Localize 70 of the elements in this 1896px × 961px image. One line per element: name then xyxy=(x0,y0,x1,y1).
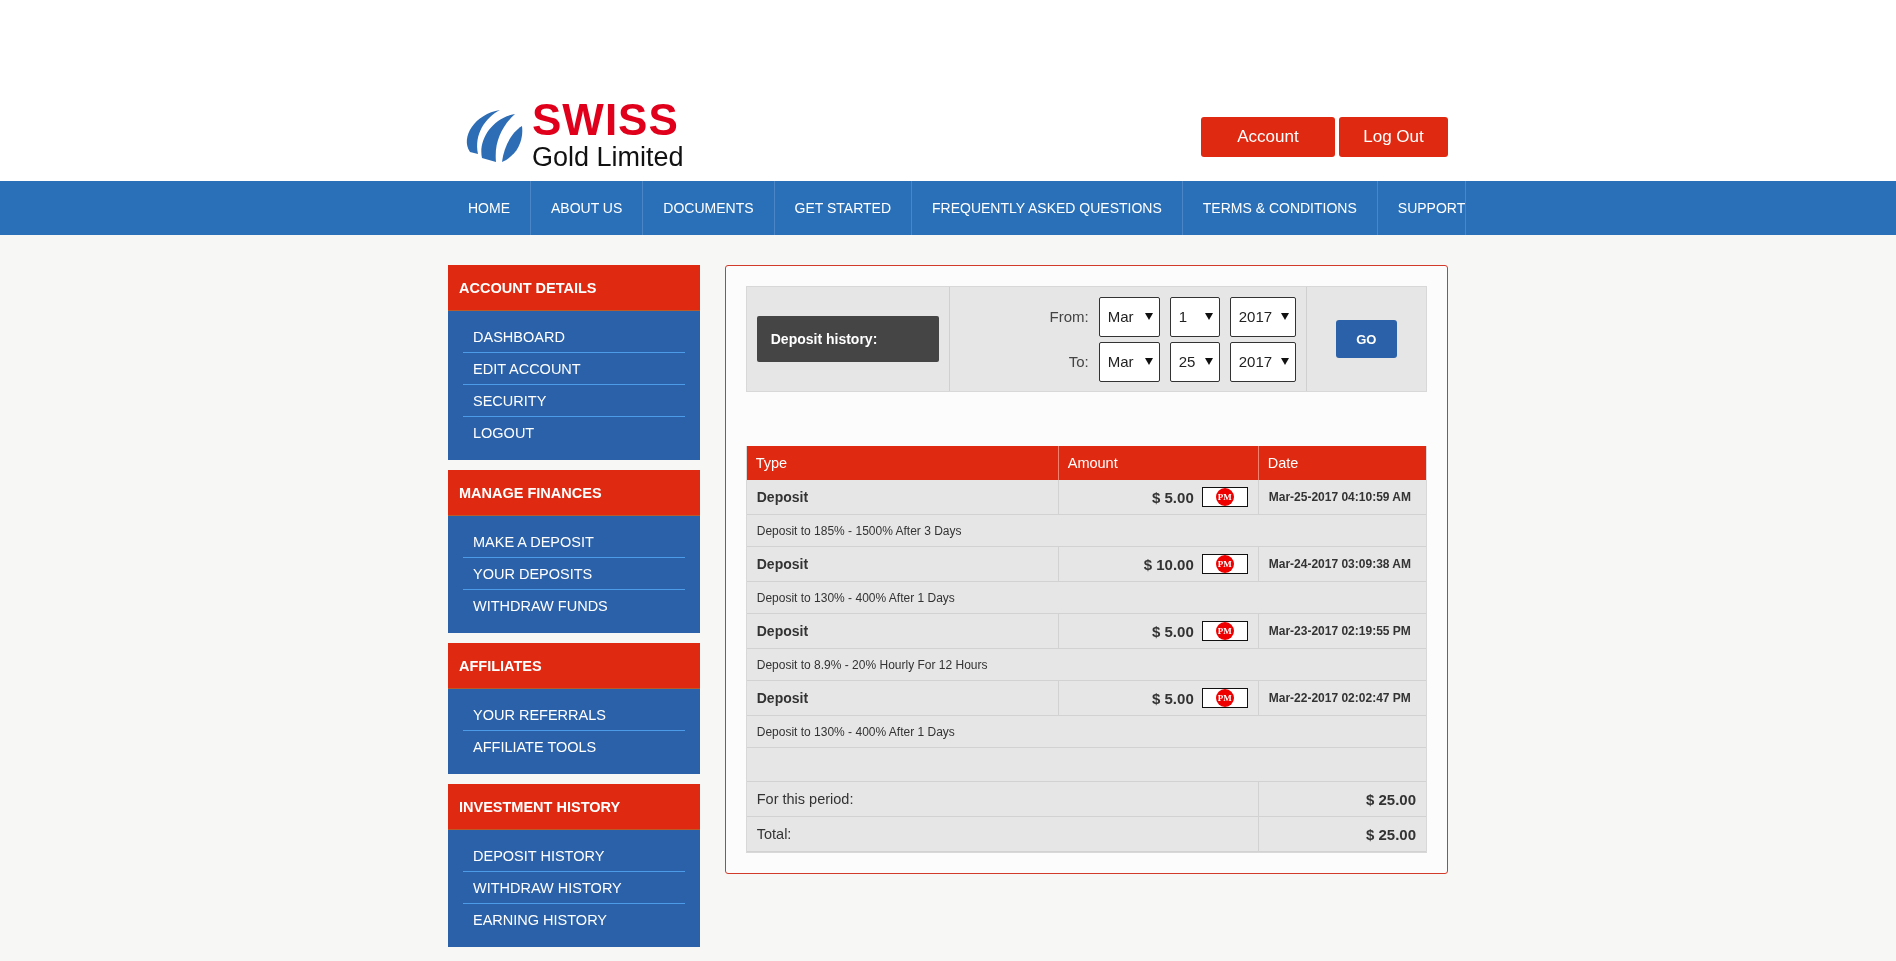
caret-icon xyxy=(1144,313,1153,320)
column-header: Type xyxy=(746,446,1059,480)
payment-icon: PM xyxy=(1215,622,1234,640)
sidebar-heading: INVESTMENT HISTORY xyxy=(448,784,700,830)
sidebar-link[interactable]: YOUR REFERRALS xyxy=(463,699,685,731)
month-select[interactable]: Mar xyxy=(1098,341,1160,382)
sidebar-link[interactable]: YOUR DEPOSITS xyxy=(463,558,685,590)
sidebar-heading: ACCOUNT DETAILS xyxy=(448,265,700,311)
brand-tagline: Gold Limited xyxy=(532,144,684,171)
sidebar-link[interactable]: SECURITY xyxy=(463,385,685,417)
payment-icon: PM xyxy=(1215,488,1234,506)
caret-icon xyxy=(1280,358,1289,365)
table-cell: Total: xyxy=(746,817,1259,852)
nav-link[interactable]: FREQUENTLY ASKED QUESTIONS xyxy=(912,181,1183,235)
go-button[interactable]: GO xyxy=(1335,320,1397,358)
amount-text: $ 5.00 xyxy=(1152,488,1194,506)
plan-text: Deposit to 8.9% - 20% Hourly For 12 Hours xyxy=(746,649,1426,681)
brand-name: SWISS xyxy=(532,98,680,142)
table-cell: $ 25.00 xyxy=(1258,782,1426,817)
year-select[interactable]: 2017 xyxy=(1229,296,1296,337)
caret-icon xyxy=(1204,313,1213,320)
sidebar-link[interactable]: WITHDRAW FUNDS xyxy=(463,590,685,621)
nav-link[interactable]: DOCUMENTS xyxy=(643,181,775,235)
caret-icon xyxy=(1204,358,1213,365)
plan-text: Deposit to 130% - 400% After 1 Days xyxy=(746,582,1426,614)
table-cell: Mar-24-2017 03:09:38 AM xyxy=(1258,547,1426,582)
amount-text: $ 10.00 xyxy=(1143,555,1194,573)
sidebar-link[interactable]: AFFILIATE TOOLS xyxy=(463,731,685,762)
table-cell: Deposit xyxy=(746,681,1059,716)
sidebar-link[interactable]: EARNING HISTORY xyxy=(463,904,685,935)
sidebar-link[interactable]: EDIT ACCOUNT xyxy=(463,353,685,385)
filter-title: Deposit history: xyxy=(756,316,939,362)
logout-button[interactable]: Log Out xyxy=(1339,117,1448,157)
plan-text: Deposit to 130% - 400% After 1 Days xyxy=(746,716,1426,748)
payment-icon: PM xyxy=(1215,689,1234,707)
table-cell: Mar-23-2017 02:19:55 PM xyxy=(1258,614,1426,649)
amount-text: $ 5.00 xyxy=(1152,689,1194,707)
sidebar-heading: AFFILIATES xyxy=(448,643,700,689)
month-select[interactable]: Mar xyxy=(1098,296,1160,337)
table-cell: For this period: xyxy=(746,782,1259,817)
sidebar-link[interactable]: DASHBOARD xyxy=(463,321,685,353)
sidebar-link[interactable]: LOGOUT xyxy=(463,417,685,448)
account-button[interactable]: Account xyxy=(1201,117,1335,157)
nav-link[interactable]: GET STARTED xyxy=(774,181,912,235)
amount-text: $ 5.00 xyxy=(1152,622,1194,640)
table-cell: Mar-22-2017 02:02:47 PM xyxy=(1258,681,1426,716)
table-cell: Deposit xyxy=(746,480,1059,515)
table-cell: Deposit xyxy=(746,614,1059,649)
caret-icon xyxy=(1280,313,1289,320)
sidebar-heading: MANAGE FINANCES xyxy=(448,470,700,516)
day-select[interactable]: 25 xyxy=(1169,341,1220,382)
table-cell: Mar-25-2017 04:10:59 AM xyxy=(1258,480,1426,515)
range-label: To: xyxy=(1067,353,1089,370)
column-header: Amount xyxy=(1058,446,1259,480)
table-cell: $ 25.00 xyxy=(1258,817,1426,852)
column-header: Date xyxy=(1258,446,1426,480)
sidebar-link[interactable]: MAKE A DEPOSIT xyxy=(463,526,685,558)
nav-link[interactable]: ABOUT US xyxy=(531,181,644,235)
day-select[interactable]: 1 xyxy=(1169,296,1220,337)
table-cell: Deposit xyxy=(746,547,1059,582)
payment-icon: PM xyxy=(1215,555,1234,573)
nav-link[interactable]: TERMS & CONDITIONS xyxy=(1182,181,1378,235)
sidebar-link[interactable]: DEPOSIT HISTORY xyxy=(463,840,685,872)
year-select[interactable]: 2017 xyxy=(1229,341,1296,382)
range-label: From: xyxy=(1048,308,1089,325)
nav-link[interactable]: HOME xyxy=(448,181,531,235)
plan-text: Deposit to 185% - 1500% After 3 Days xyxy=(746,515,1426,547)
sidebar-link[interactable]: WITHDRAW HISTORY xyxy=(463,872,685,904)
caret-icon xyxy=(1144,358,1153,365)
nav-link[interactable]: SUPPORT xyxy=(1377,181,1467,235)
